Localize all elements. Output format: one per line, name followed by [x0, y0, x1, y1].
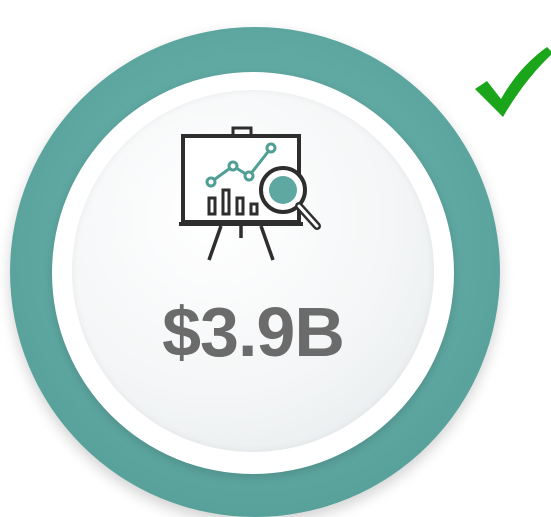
checkmark-icon [475, 47, 551, 117]
presentation-chart-icon [179, 126, 321, 261]
metric-value: $3.9B [162, 293, 345, 371]
